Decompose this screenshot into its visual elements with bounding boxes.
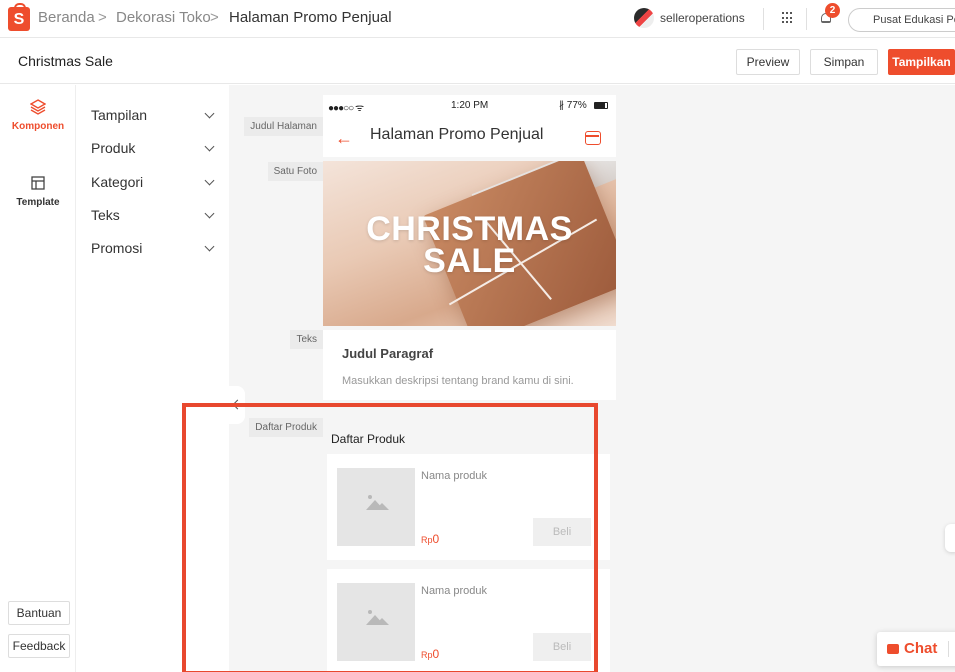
shopee-logo[interactable]: S — [8, 3, 30, 31]
editor-toolbar: Christmas Sale Preview Simpan Tampilkan — [0, 39, 955, 84]
side-panel-handle[interactable] — [945, 524, 955, 552]
chevron-down-icon — [204, 141, 215, 152]
left-rail: Komponen Template Bantuan Feedback — [0, 85, 76, 672]
chat-icon — [887, 644, 899, 654]
battery-icon — [594, 102, 608, 109]
paragraph-description: Masukkan deskripsi tentang brand kamu di… — [342, 375, 574, 387]
signal-indicator: ●●●○○ ᯤ — [328, 103, 364, 114]
text-section[interactable]: Judul Paragraf Masukkan deskripsi tentan… — [323, 330, 616, 400]
rail-item-label: Template — [16, 197, 60, 208]
rail-item-label: Komponen — [11, 121, 65, 132]
avatar — [634, 8, 654, 28]
banner-line: SALE — [423, 242, 516, 280]
apps-grid-icon[interactable] — [782, 12, 794, 24]
component-group-text[interactable]: Teks — [91, 207, 219, 223]
breadcrumb-separator: > — [210, 9, 219, 26]
divider — [948, 641, 949, 657]
breadcrumb-home[interactable]: Beranda — [38, 9, 95, 26]
preview-button[interactable]: Preview — [736, 49, 800, 75]
breadcrumb-separator: > — [98, 9, 107, 26]
single-photo-banner[interactable]: CHRISTMAS SALE — [323, 161, 616, 326]
component-group-label: Produk — [91, 140, 136, 156]
top-header: S Beranda > Dekorasi Toko > Halaman Prom… — [0, 0, 955, 38]
component-group-category[interactable]: Kategori — [91, 174, 219, 190]
component-group-label: Tampilan — [91, 107, 148, 123]
divider — [763, 8, 764, 30]
save-button[interactable]: Simpan — [810, 49, 878, 75]
page-title: Christmas Sale — [18, 53, 113, 69]
section-label-page-title[interactable]: Judul Halaman — [244, 117, 323, 136]
paragraph-title: Judul Paragraf — [342, 346, 434, 361]
battery-label: ∦ 77% — [559, 100, 587, 111]
publish-button[interactable]: Tampilkan — [888, 49, 955, 75]
section-label-text[interactable]: Teks — [290, 330, 323, 349]
component-group-display[interactable]: Tampilan — [91, 107, 219, 123]
highlight-box — [182, 403, 598, 672]
phone-app-bar[interactable]: ← Halaman Promo Penjual — [323, 117, 616, 157]
rail-item-components[interactable]: Komponen — [0, 99, 76, 132]
chevron-down-icon — [204, 175, 215, 186]
divider — [806, 8, 807, 30]
rail-item-template[interactable]: Template — [0, 175, 76, 208]
phone-page-title: Halaman Promo Penjual — [370, 126, 544, 143]
component-group-promotion[interactable]: Promosi — [91, 240, 219, 256]
component-group-label: Kategori — [91, 174, 144, 190]
chat-label: Chat — [904, 640, 938, 657]
back-arrow-icon[interactable]: ← — [335, 129, 353, 147]
username: selleroperations — [660, 11, 745, 25]
chevron-down-icon — [204, 241, 215, 252]
chevron-down-icon — [204, 208, 215, 219]
help-button[interactable]: Bantuan — [8, 601, 70, 625]
component-group-product[interactable]: Produk — [91, 140, 219, 156]
chat-button[interactable]: Chat — [877, 632, 955, 666]
feedback-button[interactable]: Feedback — [8, 634, 70, 658]
phone-status-bar: ●●●○○ ᯤ 1:20 PM ∦ 77% — [323, 95, 616, 117]
section-label-single-photo[interactable]: Satu Foto — [267, 162, 323, 181]
breadcrumb-shop-decoration[interactable]: Dekorasi Toko — [116, 9, 211, 26]
template-icon — [31, 176, 45, 190]
banner-line: CHRISTMAS — [366, 210, 573, 248]
status-time: 1:20 PM — [451, 100, 489, 111]
notification-badge: 2 — [825, 3, 840, 18]
layers-icon — [30, 99, 46, 115]
component-group-label: Promosi — [91, 240, 143, 256]
chevron-down-icon — [204, 108, 215, 119]
component-group-label: Teks — [91, 207, 120, 223]
breadcrumb-current: Halaman Promo Penjual — [229, 9, 392, 26]
seller-education-button[interactable]: Pusat Edukasi Penjual — [848, 8, 955, 32]
user-menu[interactable]: selleroperations — [634, 8, 745, 28]
shop-icon[interactable] — [585, 131, 601, 145]
banner-headline: CHRISTMAS SALE — [323, 210, 616, 280]
